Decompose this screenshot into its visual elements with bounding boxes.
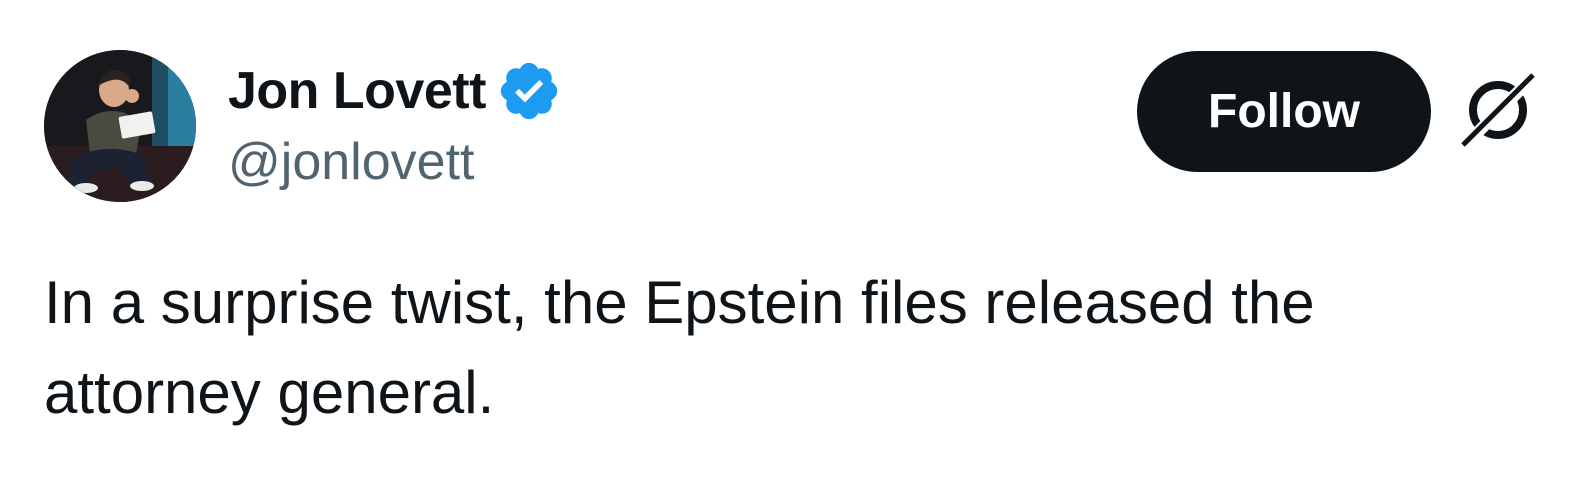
verified-badge-icon[interactable] [496, 58, 562, 124]
tweet-text: In a surprise twist, the Epstein files r… [44, 269, 1315, 426]
author-name-row: Jon Lovett [228, 56, 562, 126]
author-handle[interactable]: @jonlovett [228, 132, 474, 192]
follow-button[interactable]: Follow [1137, 51, 1431, 172]
tweet-card: Jon Lovett @jonlovett Follow In a surpri… [0, 0, 1580, 484]
avatar-image [44, 50, 196, 202]
author-display-name[interactable]: Jon Lovett [228, 61, 486, 121]
grok-icon[interactable] [1459, 71, 1539, 151]
avatar[interactable] [44, 50, 196, 202]
